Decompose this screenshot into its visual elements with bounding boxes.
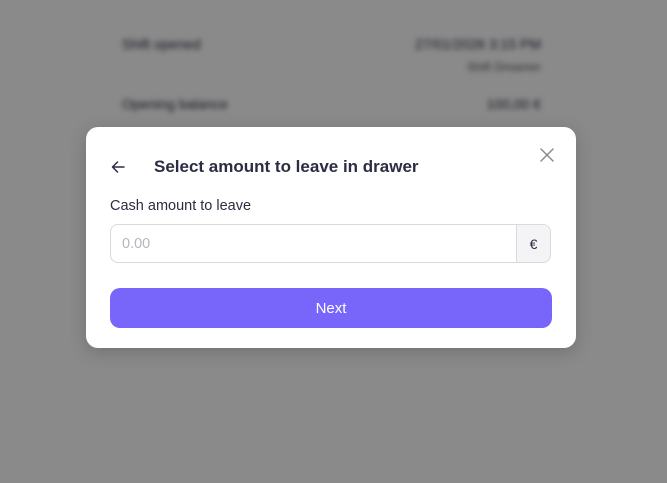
arrow-left-icon xyxy=(111,161,125,173)
close-button[interactable] xyxy=(538,146,556,164)
cash-amount-input[interactable] xyxy=(111,225,516,262)
leave-amount-dialog: Select amount to leave in drawer Cash am… xyxy=(86,127,576,348)
currency-addon: € xyxy=(516,225,550,262)
cash-amount-label: Cash amount to leave xyxy=(110,198,252,214)
cash-amount-input-group: € xyxy=(110,224,551,263)
close-icon xyxy=(540,148,554,162)
next-button[interactable]: Next xyxy=(110,288,552,328)
back-button[interactable] xyxy=(108,157,128,177)
dialog-title: Select amount to leave in drawer xyxy=(154,157,419,176)
